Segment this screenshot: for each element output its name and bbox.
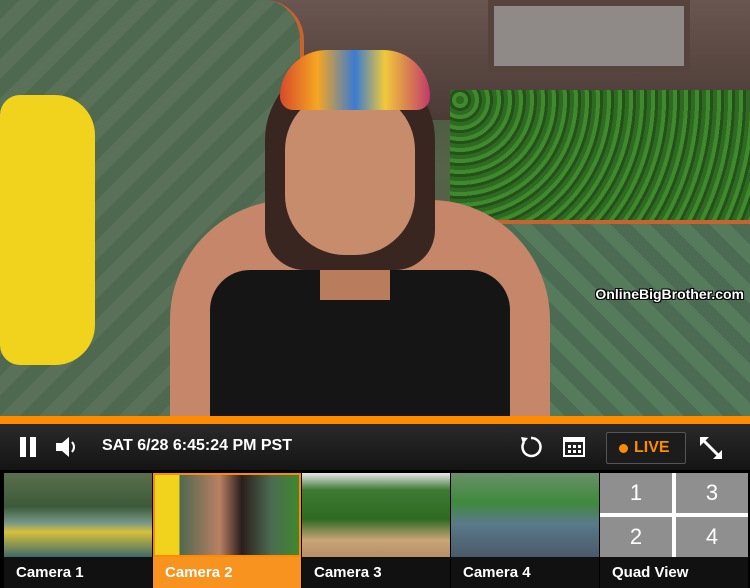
camera-4-thumb[interactable]: Camera 4 bbox=[451, 473, 599, 588]
camera-2-thumb[interactable]: Camera 2 bbox=[153, 473, 301, 588]
live-label: LIVE bbox=[634, 439, 670, 456]
quad-cell: 1 bbox=[600, 473, 672, 513]
camera-3-image bbox=[302, 473, 450, 557]
camera-3-thumb[interactable]: Camera 3 bbox=[302, 473, 450, 588]
quad-view-label: Quad View bbox=[600, 557, 748, 588]
volume-icon[interactable] bbox=[54, 435, 80, 459]
camera-1-image bbox=[4, 473, 152, 557]
camera-4-label: Camera 4 bbox=[451, 557, 599, 588]
video-frame[interactable]: OnlineBigBrother.com bbox=[0, 0, 750, 416]
live-button[interactable]: LIVE bbox=[606, 432, 686, 464]
camera-2-image bbox=[153, 473, 301, 557]
progress-bar[interactable] bbox=[0, 416, 750, 424]
figure-headband bbox=[280, 50, 430, 110]
houseguest-figure bbox=[110, 20, 550, 416]
camera-3-label: Camera 3 bbox=[302, 557, 450, 588]
yellow-pillow bbox=[0, 95, 95, 365]
camera-1-thumb[interactable]: Camera 1 bbox=[4, 473, 152, 588]
camera-1-label: Camera 1 bbox=[4, 557, 152, 588]
replay-icon[interactable] bbox=[518, 434, 544, 460]
timestamp: SAT 6/28 6:45:24 PM PST bbox=[102, 437, 292, 454]
pause-icon[interactable] bbox=[18, 437, 38, 457]
quad-cell: 2 bbox=[600, 517, 672, 557]
watermark: OnlineBigBrother.com bbox=[595, 286, 744, 302]
quad-view-thumb[interactable]: 1 3 2 4 Quad View bbox=[600, 473, 748, 588]
calendar-icon[interactable] bbox=[562, 434, 586, 458]
expand-icon[interactable] bbox=[697, 434, 725, 462]
live-dot-icon bbox=[619, 444, 628, 453]
quad-grid: 1 3 2 4 bbox=[600, 473, 748, 557]
figure-face bbox=[285, 90, 415, 255]
camera-2-label: Camera 2 bbox=[153, 557, 301, 588]
camera-4-image bbox=[451, 473, 599, 557]
camera-selector: Camera 1 Camera 2 Camera 3 Camera 4 1 3 … bbox=[0, 470, 750, 588]
control-bar: SAT 6/28 6:45:24 PM PST LIVE bbox=[0, 424, 750, 470]
quad-cell: 4 bbox=[676, 517, 748, 557]
quad-cell: 3 bbox=[676, 473, 748, 513]
